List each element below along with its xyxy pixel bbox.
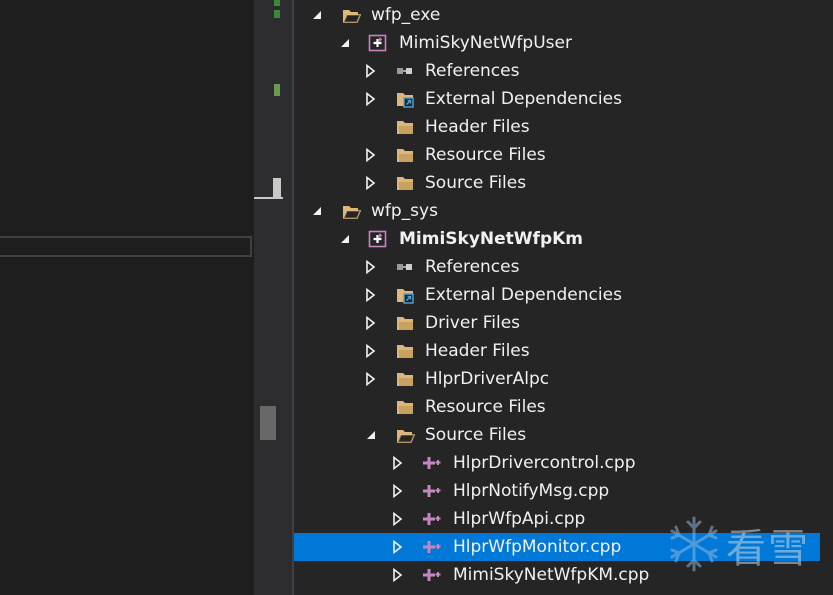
- collapsed-arrow-icon[interactable]: [364, 176, 378, 190]
- cpp-file-icon: [423, 541, 441, 553]
- tree-item[interactable]: wfp_sys: [294, 197, 820, 225]
- tree-item[interactable]: wfp_exe: [294, 1, 820, 29]
- change-marker: [274, 84, 280, 96]
- tree-item-label: HlprWfpMonitor.cpp: [453, 537, 622, 557]
- collapsed-arrow-icon[interactable]: [391, 512, 405, 526]
- scrollbar-caret-marker: [273, 178, 281, 198]
- tree-item-label: MimiSkyNetWfpKm: [399, 229, 584, 249]
- collapsed-arrow-icon[interactable]: [391, 540, 405, 554]
- collapsed-arrow-icon[interactable]: [391, 484, 405, 498]
- tree-item-label: Resource Files: [425, 145, 546, 165]
- filter-folder-icon: [397, 345, 413, 358]
- expanded-arrow-icon[interactable]: [310, 8, 324, 22]
- tree-item-label: External Dependencies: [425, 89, 622, 109]
- external-deps-folder-icon: [397, 93, 414, 108]
- tree-item-label: Header Files: [425, 117, 530, 137]
- file-tree-item[interactable]: HlprDrivercontrol.cpp: [294, 449, 820, 477]
- tree-item[interactable]: Source Files: [294, 421, 820, 449]
- tree-item-label: MimiSkyNetWfpUser: [399, 33, 572, 53]
- watermark: 看雪: [662, 512, 822, 576]
- tree-item[interactable]: Driver Files: [294, 309, 820, 337]
- editor-vertical-scrollbar[interactable]: [254, 0, 283, 595]
- cpp-file-icon: [423, 485, 441, 497]
- references-icon: [397, 264, 412, 270]
- filter-folder-open-icon: [396, 430, 415, 443]
- tree-item[interactable]: Resource Files: [294, 141, 820, 169]
- tree-item-label: HlprDriverAlpc: [425, 369, 550, 389]
- tree-item[interactable]: Header Files: [294, 337, 820, 365]
- collapsed-arrow-icon[interactable]: [364, 372, 378, 386]
- expanded-arrow-icon[interactable]: [364, 428, 378, 442]
- tree-item[interactable]: References: [294, 57, 820, 85]
- external-deps-folder-icon: [397, 289, 414, 304]
- tree-item-label: External Dependencies: [425, 285, 622, 305]
- tree-item[interactable]: External Dependencies: [294, 281, 820, 309]
- tree-item-label: Resource Files: [425, 397, 546, 417]
- filter-folder-icon: [397, 373, 413, 386]
- collapsed-arrow-icon[interactable]: [364, 260, 378, 274]
- tree-item[interactable]: Header Files: [294, 113, 820, 141]
- change-marker: [274, 0, 280, 6]
- folder-open-icon: [342, 10, 361, 23]
- filter-folder-icon: [397, 401, 413, 414]
- cpp-file-icon: [423, 513, 441, 525]
- tree-item[interactable]: References: [294, 253, 820, 281]
- tree-item-label: HlprWfpApi.cpp: [453, 509, 586, 529]
- expanded-arrow-icon[interactable]: [338, 232, 352, 246]
- collapsed-arrow-icon[interactable]: [364, 288, 378, 302]
- cpp-file-icon: [423, 457, 441, 469]
- tree-item-label: Header Files: [425, 341, 530, 361]
- collapsed-arrow-icon[interactable]: [364, 64, 378, 78]
- tree-item[interactable]: Source Files: [294, 169, 820, 197]
- tree-item-label: MimiSkyNetWfpKM.cpp: [453, 565, 650, 585]
- tree-item-label: Source Files: [425, 425, 527, 445]
- tree-item-label: References: [425, 61, 520, 81]
- vc-project-icon: [368, 34, 387, 52]
- file-tree-item[interactable]: HlprNotifyMsg.cpp: [294, 477, 820, 505]
- collapsed-arrow-icon[interactable]: [364, 148, 378, 162]
- expanded-arrow-icon[interactable]: [310, 204, 324, 218]
- filter-folder-icon: [397, 177, 413, 190]
- editor-input-box[interactable]: [0, 236, 252, 257]
- tree-item[interactable]: MimiSkyNetWfpUser: [294, 29, 820, 57]
- tree-item-label: wfp_exe: [371, 5, 441, 25]
- tree-item[interactable]: External Dependencies: [294, 85, 820, 113]
- collapsed-arrow-icon[interactable]: [391, 456, 405, 470]
- references-icon: [397, 68, 412, 74]
- filter-folder-icon: [397, 317, 413, 330]
- collapsed-arrow-icon[interactable]: [364, 92, 378, 106]
- tree-item[interactable]: Resource Files: [294, 393, 820, 421]
- folder-open-icon: [342, 206, 361, 219]
- collapsed-arrow-icon[interactable]: [364, 316, 378, 330]
- cpp-file-icon: [423, 569, 441, 581]
- filter-folder-icon: [397, 149, 413, 162]
- scrollbar-thumb[interactable]: [260, 406, 276, 440]
- tree-item-label: References: [425, 257, 520, 277]
- snowflake-icon: [670, 516, 718, 572]
- expanded-arrow-icon[interactable]: [338, 36, 352, 50]
- change-marker: [274, 10, 280, 18]
- tree-item-label: Source Files: [425, 173, 527, 193]
- vc-project-icon: [368, 230, 387, 248]
- tree-item-label: HlprDrivercontrol.cpp: [453, 453, 636, 473]
- tree-item[interactable]: HlprDriverAlpc: [294, 365, 820, 393]
- collapsed-arrow-icon[interactable]: [364, 344, 378, 358]
- tree-item[interactable]: MimiSkyNetWfpKm: [294, 225, 820, 253]
- filter-folder-icon: [397, 121, 413, 134]
- tree-item-label: Driver Files: [425, 313, 521, 333]
- collapsed-arrow-icon[interactable]: [391, 568, 405, 582]
- solution-explorer-tree[interactable]: wfp_exe MimiSkyNetWfpUser References Extern…: [294, 0, 833, 595]
- watermark-text: 看雪: [726, 526, 810, 572]
- tree-item-label: HlprNotifyMsg.cpp: [453, 481, 610, 501]
- tree-item-label: wfp_sys: [371, 201, 438, 221]
- code-editor-area[interactable]: [0, 0, 254, 595]
